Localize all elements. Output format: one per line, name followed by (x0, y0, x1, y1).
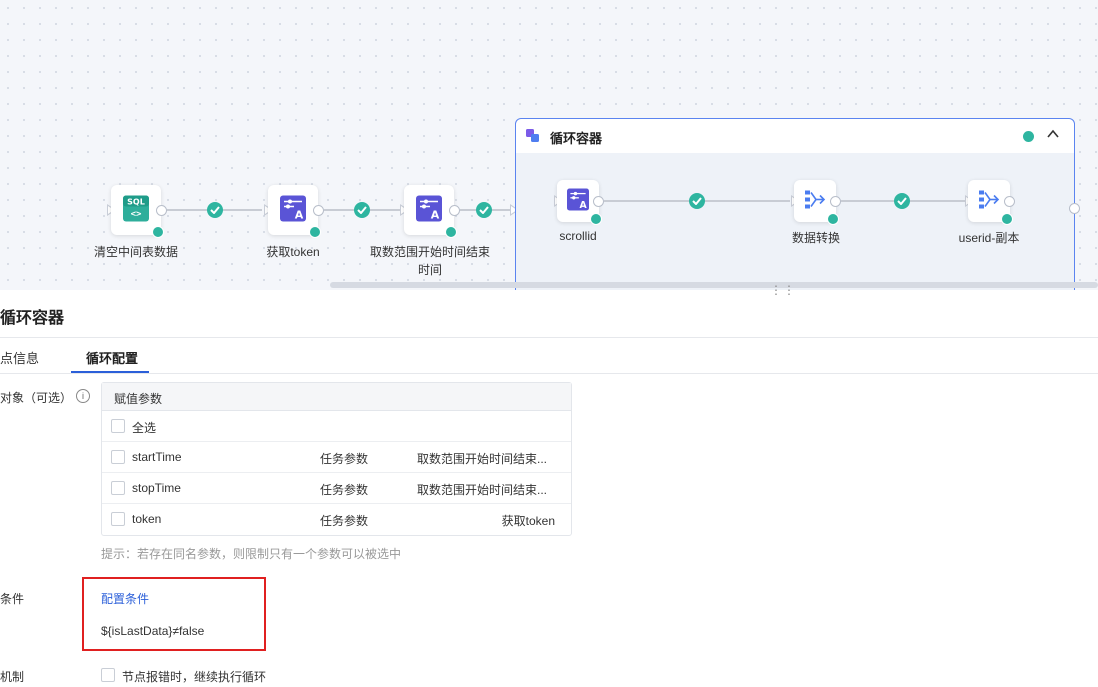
node-label: 取数范围开始时间结束 时间 (369, 245, 490, 277)
loop-container-header[interactable]: 循环容器 (516, 119, 1074, 153)
table-row[interactable]: stopTime 任务参数 取数范围开始时间结束... (102, 473, 571, 503)
table-header-label: 赋值参数 (114, 392, 163, 406)
node-output-port[interactable] (593, 196, 604, 207)
status-dot (152, 226, 164, 238)
assign-object-label: 对象（可选） (0, 391, 73, 405)
panel-title: 循环容器 (0, 310, 65, 327)
status-dot (309, 226, 321, 238)
flow-node-clear-table[interactable]: SQL <> (111, 185, 164, 238)
status-dot (827, 213, 839, 225)
highlight-box (82, 577, 266, 651)
transform-icon (804, 189, 826, 214)
table-row[interactable]: 全选 (102, 411, 571, 441)
flow-node-get-token[interactable]: A (268, 185, 321, 238)
loop-container[interactable]: 循环容器 A scrollid 数据转换 userid-副本 (515, 118, 1075, 290)
node-label: 清空中间表数据 (93, 245, 178, 259)
check-icon (207, 202, 223, 218)
status-dot (1001, 213, 1013, 225)
node-label: 数据转换 (791, 231, 840, 245)
check-icon (476, 202, 492, 218)
condition-label: 条件 (0, 592, 25, 606)
table-row[interactable]: startTime 任务参数 取数范围开始时间结束... (102, 442, 571, 472)
node-label: 获取token (266, 245, 320, 259)
status-dot (445, 226, 457, 238)
param-checkbox[interactable] (111, 512, 125, 526)
node-output-port[interactable] (313, 205, 324, 216)
container-output-port[interactable] (1069, 203, 1080, 214)
check-icon (689, 193, 705, 209)
table-header: 赋值参数 (102, 383, 571, 411)
node-output-port[interactable] (830, 196, 841, 207)
node-output-port[interactable] (1004, 196, 1015, 207)
svg-text:A: A (579, 200, 587, 211)
node-output-port[interactable] (449, 205, 460, 216)
assign-icon: A (416, 195, 442, 225)
check-icon (894, 193, 910, 209)
mechanism-label: 机制 (0, 670, 25, 684)
param-name: startTime (132, 450, 182, 464)
assign-icon: A (567, 188, 589, 214)
assign-param-table: 赋值参数 全选 startTime 任务参数 取数范围开始时间结束... sto… (101, 382, 572, 536)
select-all-label: 全选 (132, 421, 157, 435)
svg-text:A: A (431, 209, 440, 222)
table-row[interactable]: token 任务参数 获取token (102, 504, 571, 534)
transform-icon (978, 189, 1000, 214)
node-label: userid-副本 (958, 231, 1020, 245)
continue-on-error-label: 节点报错时，继续执行循环 (122, 670, 267, 684)
tab-loop-config[interactable]: 循环配置 (86, 348, 138, 367)
assign-icon: A (280, 195, 306, 225)
param-source: 获取token (501, 514, 555, 528)
select-all-checkbox[interactable] (111, 419, 125, 433)
status-dot (590, 213, 602, 225)
param-source: 取数范围开始时间结束... (416, 452, 547, 466)
condition-expression: ${isLastData}≠false (101, 624, 205, 638)
info-icon[interactable]: i (76, 389, 90, 403)
tab-node-info[interactable]: 点信息 (0, 348, 39, 367)
check-icon (354, 202, 370, 218)
param-source: 取数范围开始时间结束... (416, 483, 547, 497)
svg-text:<>: <> (131, 210, 142, 220)
svg-text:SQL: SQL (127, 198, 145, 207)
node-label: scrollid (559, 229, 597, 243)
param-type: 任务参数 (320, 483, 369, 497)
continue-on-error-checkbox[interactable] (101, 668, 115, 682)
assign-hint: 提示：若存在同名参数，则限制只有一个参数可以被选中 (101, 547, 402, 561)
loop-container-title: 循环容器 (550, 131, 603, 146)
resize-handle[interactable]: ⋮⋮ (770, 283, 796, 297)
node-output-port[interactable] (156, 205, 167, 216)
divider (0, 373, 1098, 374)
divider (0, 337, 1098, 338)
flow-canvas[interactable]: SQL <> 清空中间表数据 A 获取token A 取数范围开始时间结束 时间… (0, 0, 1098, 290)
svg-text:A: A (295, 209, 304, 222)
canvas-horizontal-scrollbar[interactable] (330, 282, 1098, 288)
status-dot (1023, 131, 1034, 142)
collapse-chevron-icon[interactable] (1046, 127, 1060, 141)
param-name: stopTime (132, 481, 181, 495)
param-checkbox[interactable] (111, 450, 125, 464)
param-name: token (132, 512, 162, 526)
configure-condition-link[interactable]: 配置条件 (101, 590, 149, 607)
param-type: 任务参数 (320, 452, 369, 466)
param-checkbox[interactable] (111, 481, 125, 495)
loop-icon (525, 128, 540, 146)
param-type: 任务参数 (320, 514, 369, 528)
flow-node-time-range[interactable]: A (404, 185, 457, 238)
sql-icon: SQL <> (123, 195, 149, 225)
